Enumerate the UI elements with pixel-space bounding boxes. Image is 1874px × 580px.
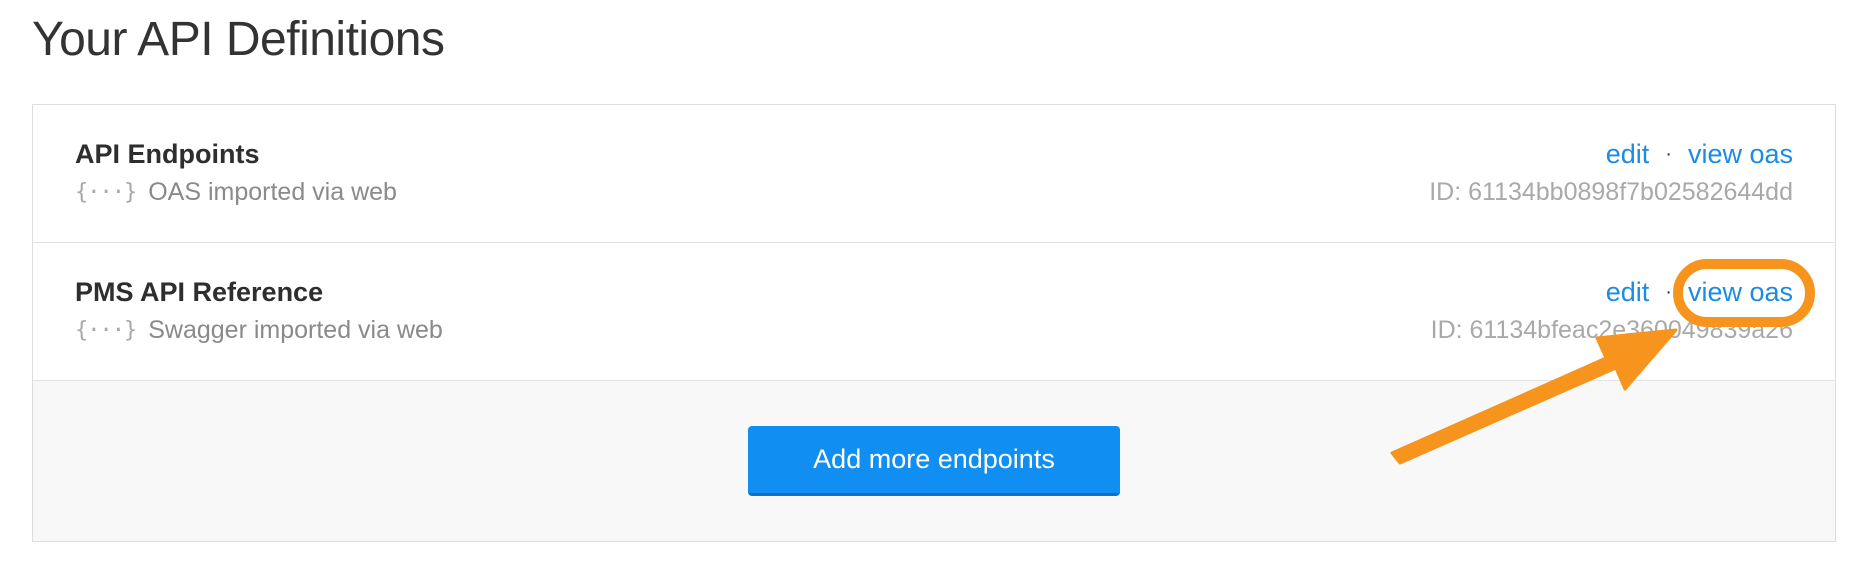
- definition-name: PMS API Reference: [75, 277, 324, 307]
- definition-name: API Endpoints: [75, 139, 260, 169]
- separator-dot: ·: [1665, 143, 1672, 165]
- definition-source: {···} Swagger imported via web: [75, 316, 443, 345]
- edit-link[interactable]: edit: [1606, 139, 1650, 170]
- view-oas-link[interactable]: view oas: [1688, 139, 1793, 170]
- braces-icon: {···}: [75, 318, 137, 343]
- view-oas-link[interactable]: view oas: [1688, 277, 1793, 308]
- definition-id: ID: 61134bb0898f7b02582644dd: [1429, 178, 1793, 206]
- definition-actions: edit · view oas: [1606, 139, 1793, 170]
- definition-row: PMS API Reference {···} Swagger imported…: [33, 243, 1835, 381]
- separator-dot: ·: [1665, 281, 1672, 303]
- definition-source: {···} OAS imported via web: [75, 178, 397, 207]
- api-definitions-card: API Endpoints {···} OAS imported via web…: [32, 104, 1836, 542]
- definition-actions: edit · view oas: [1606, 277, 1793, 308]
- definition-id: ID: 61134bfeac2e360049839a26: [1430, 316, 1793, 344]
- definition-source-text: OAS imported via web: [148, 178, 397, 206]
- definition-row: API Endpoints {···} OAS imported via web…: [33, 105, 1835, 243]
- card-footer: Add more endpoints: [33, 381, 1835, 541]
- add-more-endpoints-button[interactable]: Add more endpoints: [748, 426, 1120, 496]
- braces-icon: {···}: [75, 180, 137, 205]
- api-definitions-page: Your API Definitions API Endpoints {···}…: [0, 0, 1874, 580]
- definition-source-text: Swagger imported via web: [148, 316, 443, 344]
- edit-link[interactable]: edit: [1606, 277, 1650, 308]
- page-title: Your API Definitions: [32, 13, 445, 66]
